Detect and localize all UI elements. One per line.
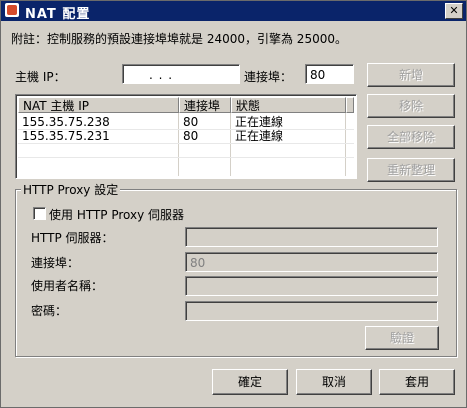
row-port: 80: [183, 129, 199, 143]
close-icon[interactable]: ✕: [445, 3, 463, 19]
column-header-port[interactable]: 連接埠: [179, 97, 231, 113]
row-divider: [18, 143, 354, 144]
http-server-input[interactable]: [185, 227, 438, 247]
password-label: 密碼：: [31, 304, 68, 318]
host-ip-label: 主機 IP：: [15, 70, 66, 84]
http-proxy-group-title: HTTP Proxy 設定: [21, 181, 121, 198]
row-port: 80: [183, 115, 199, 129]
row-ip: 155.35.75.238: [22, 115, 110, 129]
column-header-status[interactable]: 狀態: [231, 97, 346, 113]
apply-button[interactable]: 套用: [379, 369, 455, 395]
ok-button[interactable]: 確定: [212, 369, 288, 395]
port-input[interactable]: 80: [305, 64, 354, 84]
row-status: 正在連線: [235, 115, 284, 129]
username-label: 使用者名稱：: [31, 279, 104, 293]
remove-all-button[interactable]: 全部移除: [367, 125, 455, 149]
column-header-ip[interactable]: NAT 主機 IP: [18, 97, 179, 113]
remove-button[interactable]: 移除: [367, 94, 455, 118]
proxy-port-input[interactable]: 80: [185, 252, 438, 272]
port-label: 連接埠：: [244, 70, 293, 84]
use-proxy-label[interactable]: 使用 HTTP Proxy 伺服器: [49, 206, 184, 223]
refresh-button[interactable]: 重新整理: [367, 158, 455, 182]
column-header-filler: [346, 97, 354, 113]
row-ip: 155.35.75.231: [22, 129, 110, 143]
nat-config-dialog: NAT 配置 ✕ 附註：控制服務的預設連接埠埠就是 24000，引擎為 2500…: [0, 0, 467, 408]
app-icon: [5, 3, 19, 17]
title-bar: NAT 配置 ✕: [1, 1, 466, 22]
username-input[interactable]: [185, 276, 438, 296]
add-button[interactable]: 新增: [367, 63, 455, 87]
row-status: 正在連線: [235, 129, 284, 143]
use-proxy-checkbox[interactable]: [33, 207, 46, 220]
verify-button[interactable]: 驗證: [365, 326, 439, 350]
cancel-button[interactable]: 取消: [296, 369, 372, 395]
host-ip-input[interactable]: . . .: [122, 64, 240, 84]
window-title: NAT 配置: [25, 7, 91, 22]
row-divider: [18, 157, 354, 158]
column-divider: [345, 113, 346, 176]
proxy-port-label: 連接埠：: [31, 256, 80, 270]
password-input[interactable]: [185, 301, 438, 321]
nat-host-list[interactable]: NAT 主機 IP 連接埠 狀態 155.35.75.238 80 正在連線 1…: [15, 94, 357, 179]
note-text: 附註：控制服務的預設連接埠埠就是 24000，引擎為 25000。: [11, 32, 347, 46]
http-server-label: HTTP 伺服器：: [31, 231, 114, 245]
